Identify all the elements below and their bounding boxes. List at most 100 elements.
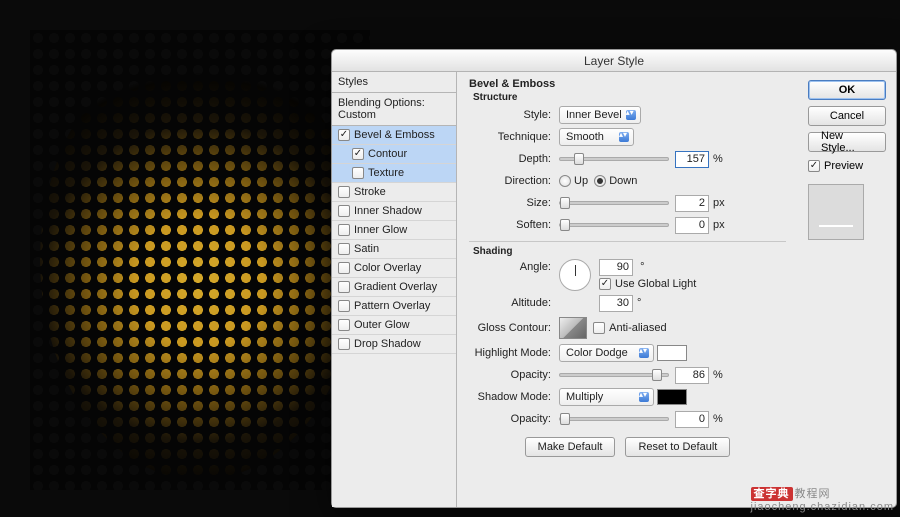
style-checkbox[interactable] xyxy=(352,167,364,179)
soften-label: Soften: xyxy=(469,219,559,231)
shadow-mode-label: Shadow Mode: xyxy=(469,391,559,403)
style-checkbox[interactable] xyxy=(338,186,350,198)
direction-down-radio[interactable] xyxy=(594,175,606,187)
highlight-mode-select[interactable]: Color Dodge▴▾ xyxy=(559,344,654,362)
highlight-color-swatch[interactable] xyxy=(657,345,687,361)
style-checkbox[interactable] xyxy=(338,300,350,312)
technique-select[interactable]: Smooth▴▾ xyxy=(559,128,634,146)
style-item-inner-shadow[interactable]: Inner Shadow xyxy=(332,202,456,221)
styles-list: Styles Blending Options: Custom Bevel & … xyxy=(332,72,457,507)
ok-button[interactable]: OK xyxy=(808,80,886,100)
shadow-opacity-input[interactable]: 0 xyxy=(675,411,709,428)
style-item-label: Stroke xyxy=(354,186,386,198)
preview-checkbox[interactable] xyxy=(808,160,820,172)
size-unit: px xyxy=(713,197,725,209)
structure-heading: Structure xyxy=(473,92,786,103)
highlight-opacity-input[interactable]: 86 xyxy=(675,367,709,384)
styles-header[interactable]: Styles xyxy=(332,72,456,93)
style-item-label: Contour xyxy=(368,148,407,160)
angle-unit: ° xyxy=(640,261,644,273)
shading-heading: Shading xyxy=(473,246,786,257)
dialog-title: Layer Style xyxy=(332,50,896,72)
angle-wheel[interactable] xyxy=(559,259,591,291)
style-checkbox[interactable] xyxy=(338,262,350,274)
depth-slider[interactable] xyxy=(559,157,669,161)
altitude-label: Altitude: xyxy=(469,297,559,309)
soften-slider[interactable] xyxy=(559,223,669,227)
panel-title: Bevel & Emboss xyxy=(469,78,786,90)
use-global-light-checkbox[interactable] xyxy=(599,278,611,290)
angle-label: Angle: xyxy=(469,259,559,273)
reset-default-button[interactable]: Reset to Default xyxy=(625,437,730,457)
direction-down-label: Down xyxy=(609,175,637,187)
style-item-label: Inner Shadow xyxy=(354,205,422,217)
style-checkbox[interactable] xyxy=(338,319,350,331)
style-checkbox[interactable] xyxy=(338,129,350,141)
style-label: Style: xyxy=(469,109,559,121)
style-item-bevel-emboss[interactable]: Bevel & Emboss xyxy=(332,126,456,145)
style-item-label: Satin xyxy=(354,243,379,255)
angle-input[interactable]: 90 xyxy=(599,259,633,276)
depth-unit: % xyxy=(713,153,723,165)
altitude-input[interactable]: 30 xyxy=(599,295,633,312)
highlight-mode-label: Highlight Mode: xyxy=(469,347,559,359)
direction-up-label: Up xyxy=(574,175,588,187)
style-select[interactable]: Inner Bevel▴▾ xyxy=(559,106,641,124)
style-item-label: Inner Glow xyxy=(354,224,407,236)
style-item-drop-shadow[interactable]: Drop Shadow xyxy=(332,335,456,354)
anti-aliased-checkbox[interactable] xyxy=(593,322,605,334)
size-label: Size: xyxy=(469,197,559,209)
style-checkbox[interactable] xyxy=(338,243,350,255)
style-item-label: Bevel & Emboss xyxy=(354,129,435,141)
shadow-opacity-unit: % xyxy=(713,413,723,425)
style-item-contour[interactable]: Contour xyxy=(332,145,456,164)
preview-swatch xyxy=(808,184,864,240)
style-checkbox[interactable] xyxy=(338,205,350,217)
direction-up-radio[interactable] xyxy=(559,175,571,187)
size-slider[interactable] xyxy=(559,201,669,205)
canvas-grille xyxy=(30,30,370,490)
style-checkbox[interactable] xyxy=(352,148,364,160)
bevel-emboss-panel: Bevel & Emboss Structure Style: Inner Be… xyxy=(457,72,798,507)
new-style-button[interactable]: New Style... xyxy=(808,132,886,152)
anti-aliased-label: Anti-aliased xyxy=(609,322,666,334)
style-item-label: Drop Shadow xyxy=(354,338,421,350)
highlight-opacity-unit: % xyxy=(713,369,723,381)
layer-style-dialog: Layer Style Styles Blending Options: Cus… xyxy=(331,49,897,508)
gloss-contour-picker[interactable] xyxy=(559,317,587,339)
blending-options-row[interactable]: Blending Options: Custom xyxy=(332,93,456,126)
shadow-opacity-slider[interactable] xyxy=(559,417,669,421)
style-item-label: Outer Glow xyxy=(354,319,410,331)
use-global-light-label: Use Global Light xyxy=(615,278,696,290)
soften-input[interactable]: 0 xyxy=(675,217,709,234)
style-item-outer-glow[interactable]: Outer Glow xyxy=(332,316,456,335)
direction-label: Direction: xyxy=(469,175,559,187)
gloss-contour-label: Gloss Contour: xyxy=(469,322,559,334)
style-item-label: Pattern Overlay xyxy=(354,300,430,312)
make-default-button[interactable]: Make Default xyxy=(525,437,616,457)
size-input[interactable]: 2 xyxy=(675,195,709,212)
style-item-inner-glow[interactable]: Inner Glow xyxy=(332,221,456,240)
style-checkbox[interactable] xyxy=(338,338,350,350)
style-item-gradient-overlay[interactable]: Gradient Overlay xyxy=(332,278,456,297)
style-item-color-overlay[interactable]: Color Overlay xyxy=(332,259,456,278)
highlight-opacity-label: Opacity: xyxy=(469,369,559,381)
depth-label: Depth: xyxy=(469,153,559,165)
highlight-opacity-slider[interactable] xyxy=(559,373,669,377)
shadow-mode-select[interactable]: Multiply▴▾ xyxy=(559,388,654,406)
style-item-label: Texture xyxy=(368,167,404,179)
depth-input[interactable]: 157 xyxy=(675,151,709,168)
cancel-button[interactable]: Cancel xyxy=(808,106,886,126)
style-item-stroke[interactable]: Stroke xyxy=(332,183,456,202)
style-item-texture[interactable]: Texture xyxy=(332,164,456,183)
shadow-opacity-label: Opacity: xyxy=(469,413,559,425)
style-checkbox[interactable] xyxy=(338,281,350,293)
style-item-pattern-overlay[interactable]: Pattern Overlay xyxy=(332,297,456,316)
style-checkbox[interactable] xyxy=(338,224,350,236)
preview-label: Preview xyxy=(824,160,863,172)
altitude-unit: ° xyxy=(637,297,641,309)
technique-label: Technique: xyxy=(469,131,559,143)
watermark: 查字典教程网 jiaocheng.chazidian.com xyxy=(751,485,894,513)
shadow-color-swatch[interactable] xyxy=(657,389,687,405)
style-item-satin[interactable]: Satin xyxy=(332,240,456,259)
